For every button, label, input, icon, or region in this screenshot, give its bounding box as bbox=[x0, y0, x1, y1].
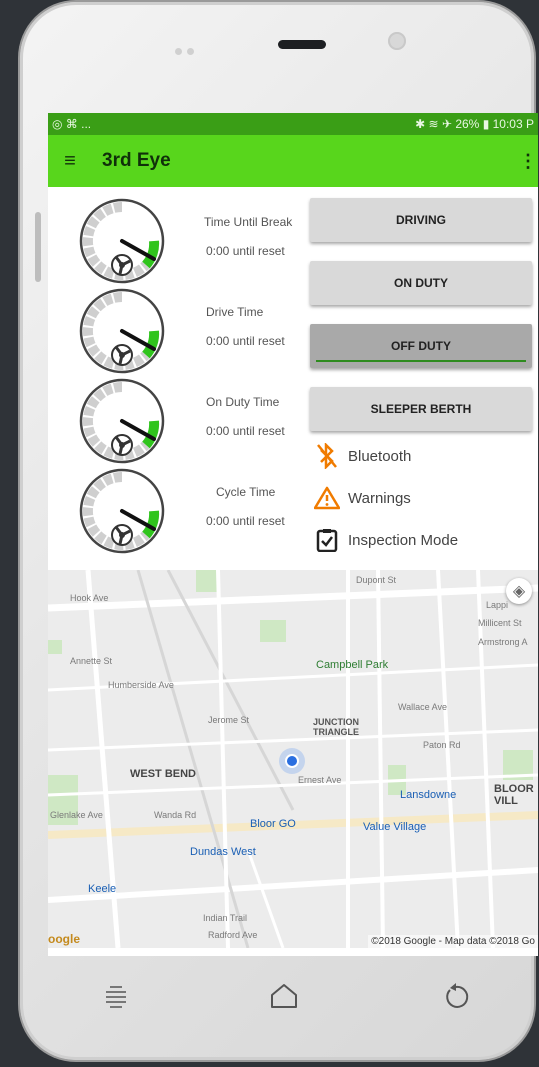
gauge-label: On Duty Time bbox=[206, 395, 280, 409]
map-label: Bloor GO bbox=[250, 818, 296, 830]
warning-icon bbox=[314, 485, 340, 511]
app-title: 3rd Eye bbox=[102, 150, 171, 171]
map-label: JUNCTION TRIANGLE bbox=[313, 717, 360, 737]
map-label: Campbell Park bbox=[316, 659, 389, 671]
driving-button[interactable]: DRIVING bbox=[310, 198, 532, 242]
status-bar-left: ◎ ⌘ ... bbox=[52, 117, 92, 131]
on-duty-button[interactable]: ON DUTY bbox=[310, 261, 532, 305]
inspection-mode-label: Inspection Mode bbox=[348, 531, 459, 549]
bluetooth-status[interactable]: Bluetooth bbox=[314, 443, 411, 469]
gauge-label: Drive Time bbox=[206, 305, 264, 319]
gauge-dial-icon bbox=[79, 198, 165, 284]
gauge-label: Time Until Break bbox=[204, 215, 293, 229]
map-view[interactable]: Hook Ave Dupont St Lappi Millicent St Ar… bbox=[48, 570, 538, 948]
map-label: Lappi bbox=[486, 600, 509, 610]
status-bar: ◎ ⌘ ... ✱ ≋ ✈ 26% ▮ 10:03 P bbox=[48, 113, 538, 135]
map-copyright: ©2018 Google - Map data ©2018 Go bbox=[368, 935, 538, 948]
inspection-mode-status[interactable]: Inspection Mode bbox=[314, 527, 458, 553]
sleeper-berth-button[interactable]: SLEEPER BERTH bbox=[310, 387, 532, 431]
gauge-dial-icon bbox=[79, 468, 165, 554]
my-location-icon[interactable]: ◈ bbox=[506, 578, 532, 604]
google-logo: oogle bbox=[48, 932, 80, 946]
map-label: Dundas West bbox=[190, 846, 256, 858]
map-label: Wallace Ave bbox=[398, 702, 448, 712]
map-label: Wanda Rd bbox=[154, 810, 197, 820]
home-icon[interactable] bbox=[266, 978, 302, 1014]
warnings-status[interactable]: Warnings bbox=[314, 485, 411, 511]
map-label: Radford Ave bbox=[208, 930, 258, 940]
screen: ◎ ⌘ ... ✱ ≋ ✈ 26% ▮ 10:03 P ≡ 3rd Eye ⋮ … bbox=[48, 113, 538, 956]
map-label: BLOOR VILL bbox=[494, 783, 534, 807]
bluetooth-label: Bluetooth bbox=[348, 447, 412, 465]
off-duty-button[interactable]: OFF DUTY bbox=[310, 324, 532, 368]
map-label: Dupont St bbox=[356, 575, 397, 585]
gauge-value: 0:00 until reset bbox=[206, 514, 285, 528]
status-bar-right: ✱ ≋ ✈ 26% ▮ 10:03 P bbox=[415, 117, 534, 131]
gauge-cycle-time: Cycle Time 0:00 until reset bbox=[78, 467, 308, 557]
gauge-time-until-break: Time Until Break 0:00 until reset bbox=[78, 197, 308, 287]
map-label: Humberside Ave bbox=[108, 680, 174, 690]
dashboard: Time Until Break 0:00 until reset Drive … bbox=[48, 187, 538, 570]
map-label: Ernest Ave bbox=[298, 775, 342, 785]
back-icon[interactable] bbox=[438, 978, 474, 1014]
gauge-dial-icon bbox=[79, 288, 165, 374]
gauge-dial-icon bbox=[79, 378, 165, 464]
overflow-menu-icon[interactable]: ⋮ bbox=[518, 151, 538, 172]
front-camera bbox=[388, 32, 406, 50]
hamburger-menu-icon[interactable]: ≡ bbox=[50, 150, 90, 173]
map-roads bbox=[48, 570, 538, 948]
app-bar: ≡ 3rd Eye ⋮ bbox=[48, 135, 538, 187]
gauge-label: Cycle Time bbox=[216, 485, 276, 499]
bluetooth-disabled-icon bbox=[314, 443, 340, 469]
map-label: Jerome St bbox=[208, 715, 250, 725]
sensor-dots bbox=[175, 42, 205, 55]
map-label: Hook Ave bbox=[70, 593, 109, 603]
gauge-drive-time: Drive Time 0:00 until reset bbox=[78, 287, 308, 377]
map-label: WEST BEND bbox=[130, 768, 196, 780]
map-label: Value Village bbox=[363, 821, 427, 833]
navigation-bar bbox=[48, 956, 538, 1046]
warnings-label: Warnings bbox=[348, 489, 411, 507]
gauge-on-duty-time: On Duty Time 0:00 until reset bbox=[78, 377, 308, 467]
gauge-value: 0:00 until reset bbox=[206, 244, 285, 258]
clipboard-check-icon bbox=[314, 527, 340, 553]
map-label: Millicent St bbox=[478, 618, 522, 628]
map-label: Lansdowne bbox=[400, 789, 457, 801]
map-label: Keele bbox=[88, 883, 117, 895]
earpiece-speaker bbox=[278, 40, 326, 49]
side-button bbox=[35, 212, 41, 282]
gauge-value: 0:00 until reset bbox=[206, 334, 285, 348]
gauge-value: 0:00 until reset bbox=[206, 424, 285, 438]
map-label: Paton Rd bbox=[423, 740, 461, 750]
menu-lines-icon[interactable] bbox=[98, 978, 134, 1014]
map-label: Indian Trail bbox=[203, 913, 248, 923]
map-label: Armstrong A bbox=[478, 637, 528, 647]
map-label: Glenlake Ave bbox=[50, 810, 103, 820]
map-label: Annette St bbox=[70, 656, 113, 666]
